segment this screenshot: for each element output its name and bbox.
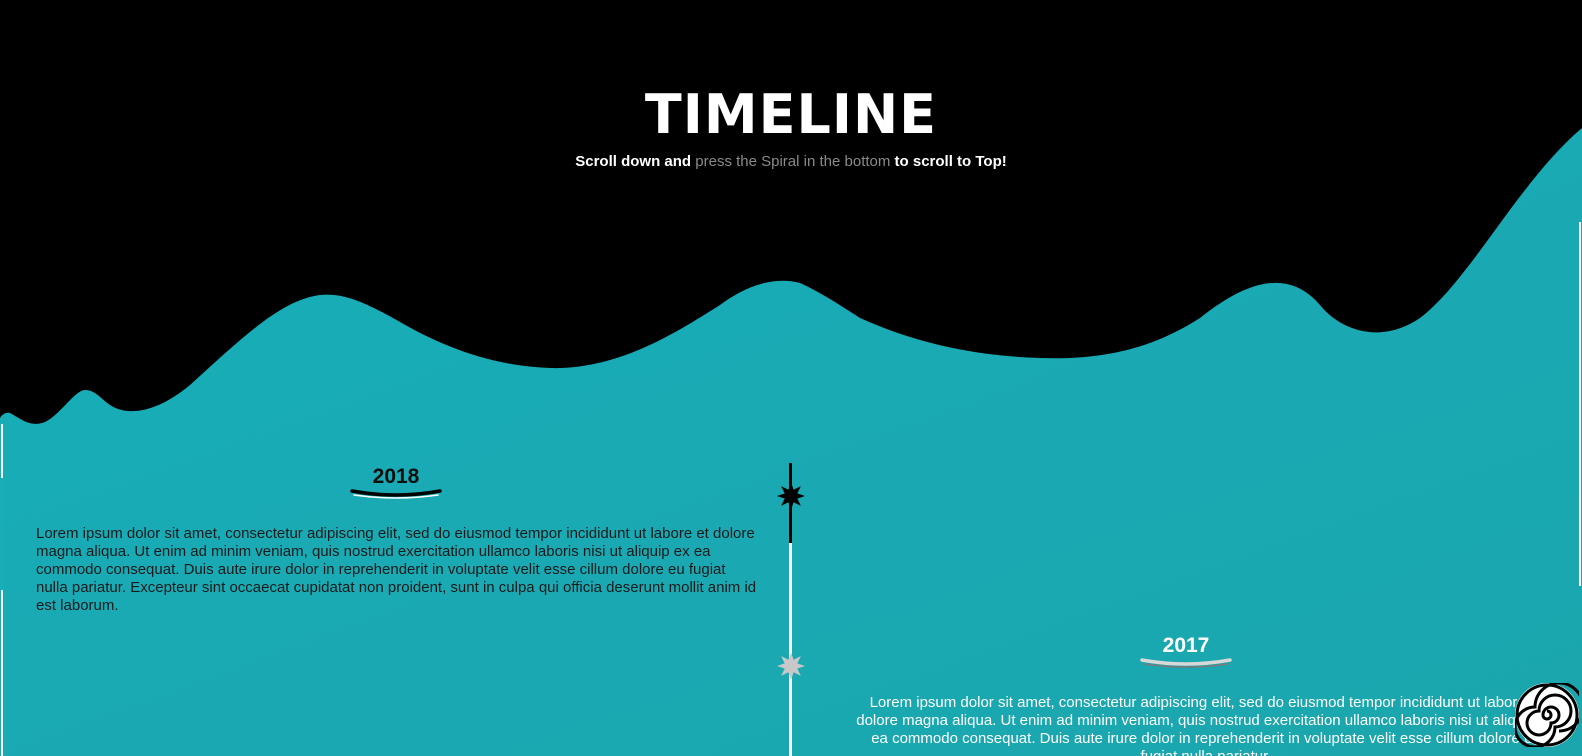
subtitle-part-1: Scroll down and bbox=[575, 153, 696, 170]
spiral-icon[interactable] bbox=[1515, 683, 1579, 747]
timeline-page: TIMELINE Scroll down and press the Spira… bbox=[0, 0, 1582, 756]
star-burst-icon bbox=[777, 652, 805, 680]
subtitle-part-2: press the Spiral in the bottom bbox=[695, 153, 891, 170]
page-subtitle: Scroll down and press the Spiral in the … bbox=[0, 152, 1582, 172]
year-underline bbox=[350, 489, 442, 499]
star-burst-icon bbox=[777, 482, 805, 510]
right-edge-line bbox=[1579, 222, 1581, 586]
timeline-axis bbox=[789, 543, 792, 756]
timeline-year: 2017 bbox=[1162, 634, 1210, 657]
left-edge-line bbox=[1, 424, 3, 756]
scroll-to-top-button[interactable] bbox=[1515, 683, 1579, 747]
year-underline bbox=[1140, 658, 1232, 668]
subtitle-part-3: to scroll to Top! bbox=[890, 153, 1007, 170]
timeline-entry-text: Lorem ipsum dolor sit amet, consectetur … bbox=[856, 694, 1556, 756]
timeline-year: 2018 bbox=[372, 465, 420, 488]
timeline-entry-text: Lorem ipsum dolor sit amet, consectetur … bbox=[36, 525, 757, 614]
header-wave bbox=[0, 0, 1582, 424]
page-title: TIMELINE bbox=[644, 83, 938, 146]
left-edge-gap bbox=[0, 478, 4, 590]
